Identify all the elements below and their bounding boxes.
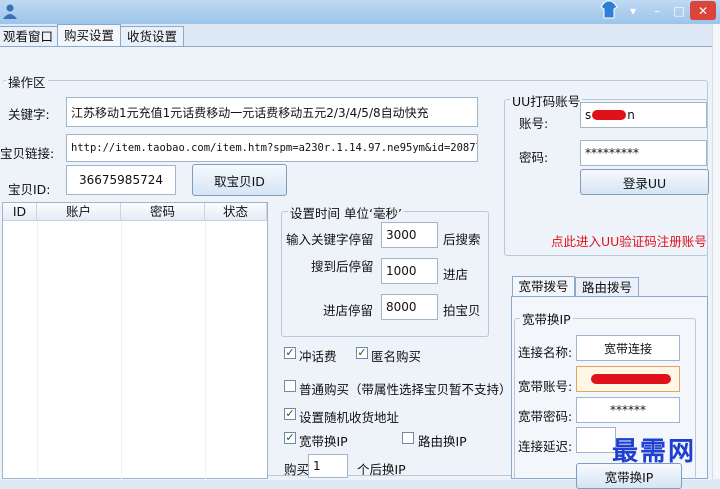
keyword-delay-suffix: 后搜索: [443, 232, 481, 247]
conn-name-label: 连接名称:: [518, 345, 573, 360]
connect-delay-input[interactable]: [576, 427, 616, 453]
found-delay-input[interactable]: 1000: [381, 258, 438, 284]
normal-buy-label: 普通购买（带属性选择宝贝暂不支持）: [299, 382, 512, 397]
link-label: 宝贝链接:: [0, 146, 55, 161]
found-delay-suffix: 进店: [443, 267, 469, 282]
normal-buy-checkbox[interactable]: [284, 380, 296, 392]
shop-delay-suffix: 拍宝贝: [443, 303, 481, 318]
fetch-id-button[interactable]: 取宝贝ID: [192, 164, 287, 196]
column-divider: [121, 221, 122, 479]
minimize-icon: –: [654, 3, 660, 18]
broadband-password-input[interactable]: ******: [576, 397, 680, 423]
recharge-checkbox[interactable]: ✓: [284, 347, 296, 359]
id-input[interactable]: 36675985724: [66, 165, 176, 195]
uu-password-input[interactable]: *********: [580, 140, 707, 166]
close-icon: ✕: [697, 3, 709, 18]
keyword-delay-input[interactable]: 3000: [381, 222, 438, 248]
buy-count-input[interactable]: 1: [308, 454, 348, 478]
operation-area-title: 操作区: [6, 72, 48, 91]
minimize-button[interactable]: –: [646, 1, 668, 20]
buy-count-suffix: 个后换IP: [357, 462, 406, 477]
tab-purchase-settings[interactable]: 购买设置: [57, 24, 121, 47]
check-icon: ✓: [357, 346, 367, 359]
check-icon: ✓: [285, 431, 295, 444]
tab-receiving-settings[interactable]: 收货设置: [120, 26, 184, 47]
link-input[interactable]: http://item.taobao.com/item.htm?spm=a230…: [66, 134, 478, 162]
connect-delay-label: 连接延迟:: [518, 439, 573, 454]
uu-account-label: 账号:: [519, 116, 549, 131]
keyword-label: 关键字:: [8, 107, 50, 122]
chevron-down-icon: ▾: [629, 3, 637, 18]
redacted-mark: [591, 374, 671, 384]
broadband-password-label: 宽带密码:: [518, 409, 573, 424]
broadband-ip-label: 宽带换IP: [299, 434, 348, 449]
uu-account-input[interactable]: s n: [580, 102, 707, 128]
tab-watch-window[interactable]: 观看窗口: [0, 26, 58, 47]
id-label: 宝贝ID:: [8, 182, 51, 197]
check-icon: ✓: [285, 346, 295, 359]
router-ip-label: 路由换IP: [418, 434, 467, 449]
shop-delay-input[interactable]: 8000: [381, 294, 438, 320]
keyword-input[interactable]: 江苏移动1元充值1元话费移动一元话费移动五元2/3/4/5/8自动快充: [66, 97, 478, 127]
uu-account-value: s: [585, 108, 592, 122]
watermark: 最需网: [612, 437, 697, 467]
recharge-label: 冲话费: [299, 349, 337, 364]
shop-delay-label: 进店停留: [323, 303, 374, 318]
app-user-icon: [2, 3, 18, 19]
anonymous-label: 匿名购买: [371, 349, 422, 364]
column-header-password[interactable]: 密码: [121, 203, 205, 221]
broadband-ip-title: 宽带换IP: [520, 309, 573, 328]
column-divider: [37, 221, 38, 479]
timing-title: 设置时间 单位‘毫秒’: [288, 203, 404, 222]
uu-account-value-tail: n: [627, 108, 635, 122]
maximize-icon: □: [673, 3, 685, 18]
random-address-checkbox[interactable]: ✓: [284, 408, 296, 420]
conn-name-input[interactable]: 宽带连接: [576, 335, 680, 361]
column-divider: [205, 221, 206, 479]
uu-register-link[interactable]: 点此进入UU验证码注册账号: [551, 231, 707, 250]
uu-login-button[interactable]: 登录UU: [580, 169, 709, 195]
broadband-account-label: 宽带账号:: [518, 379, 573, 394]
tab-router-dial[interactable]: 路由拨号: [575, 277, 639, 297]
broadband-account-input[interactable]: [576, 366, 680, 392]
column-header-status[interactable]: 状态: [205, 203, 267, 221]
buy-count-prefix: 购买: [284, 462, 310, 477]
uu-password-label: 密码:: [519, 150, 549, 165]
broadband-ip-checkbox[interactable]: ✓: [284, 432, 296, 444]
uu-account-title: UU打码账号: [510, 91, 583, 110]
anonymous-checkbox[interactable]: ✓: [356, 347, 368, 359]
maximize-button[interactable]: □: [668, 1, 690, 20]
random-address-label: 设置随机收货地址: [299, 410, 400, 425]
scrollbar[interactable]: [712, 24, 720, 479]
redacted-mark: [592, 110, 627, 120]
check-icon: ✓: [285, 407, 295, 420]
menu-dropdown-button[interactable]: ▾: [622, 1, 644, 20]
keyword-delay-label: 输入关键字停留: [286, 232, 374, 247]
skin-shirt-icon[interactable]: [598, 0, 620, 20]
account-table[interactable]: ID 账户 密码 状态: [2, 202, 268, 479]
tab-broadband-dial[interactable]: 宽带拨号: [512, 276, 575, 297]
found-delay-label: 搜到后停留: [311, 259, 374, 274]
close-button[interactable]: ✕: [690, 1, 716, 20]
column-header-account[interactable]: 账户: [37, 203, 121, 221]
router-ip-checkbox[interactable]: [402, 432, 414, 444]
column-header-id[interactable]: ID: [3, 203, 37, 221]
